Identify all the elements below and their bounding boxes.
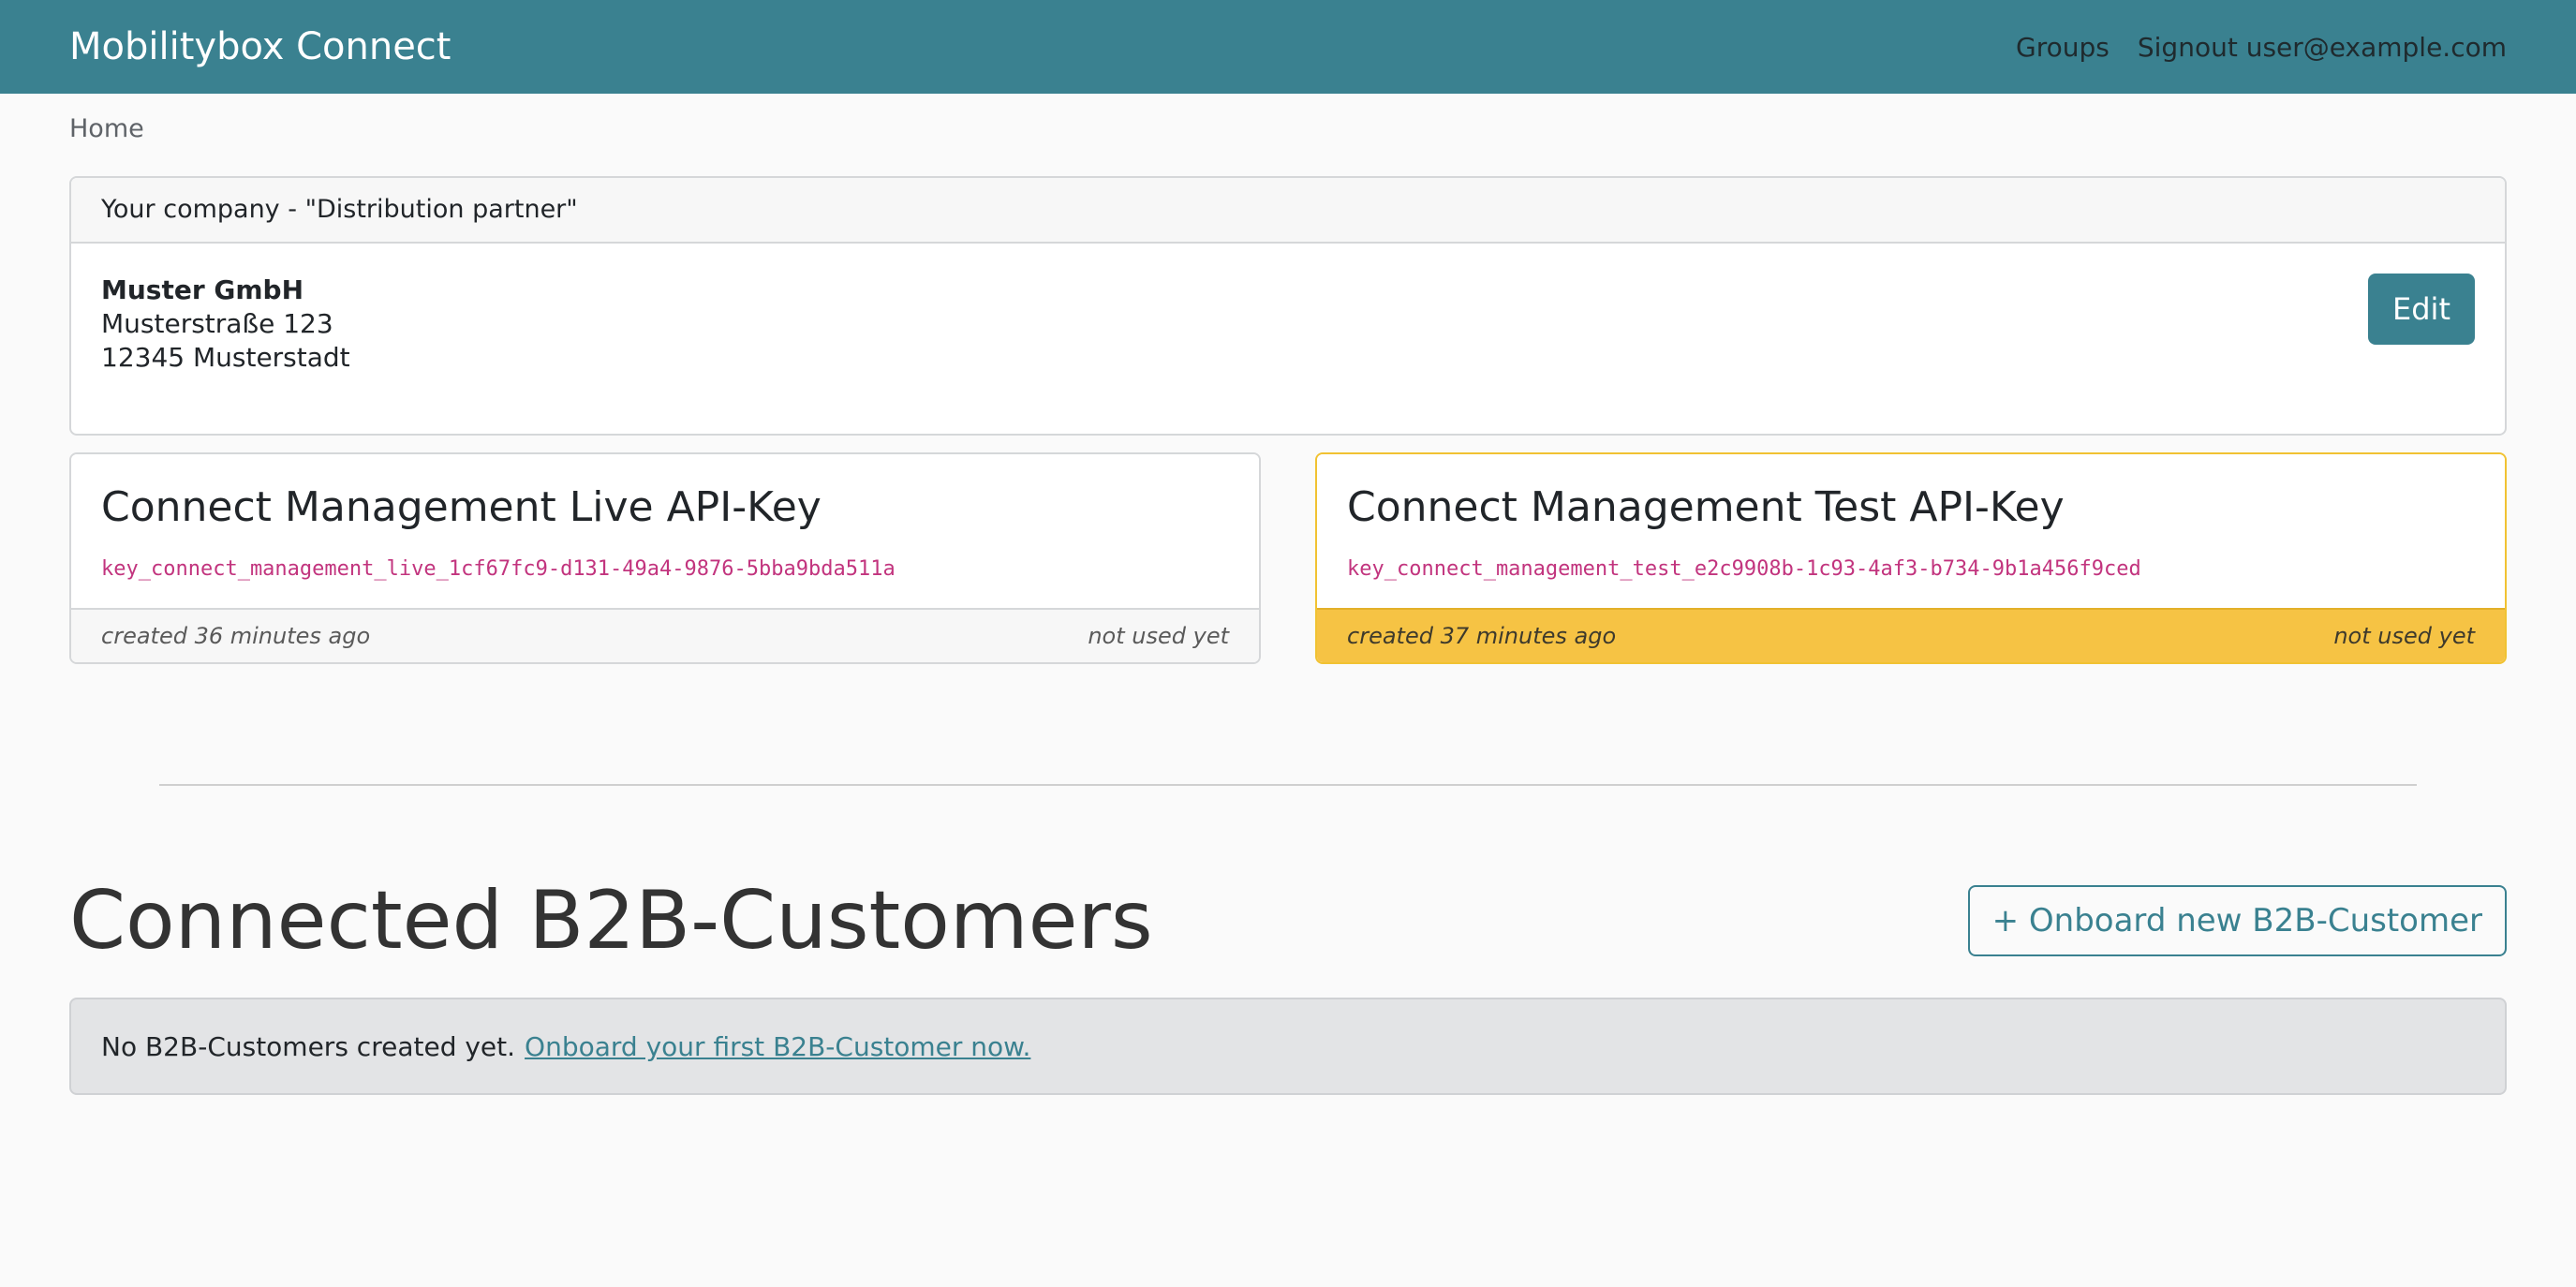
edit-company-button[interactable]: Edit <box>2368 274 2475 345</box>
customers-empty-state: No B2B-Customers created yet. Onboard yo… <box>69 998 2507 1095</box>
main-container: Home Your company - "Distribution partne… <box>0 94 2576 1095</box>
test-api-key-value[interactable]: key_connect_management_test_e2c9908b-1c9… <box>1347 557 2141 581</box>
customers-title: Connected B2B-Customers <box>69 874 1153 968</box>
empty-state-text: No B2B-Customers created yet. <box>101 1030 516 1062</box>
nav-link-groups[interactable]: Groups <box>2016 32 2110 63</box>
company-card: Your company - "Distribution partner" Mu… <box>69 176 2507 436</box>
company-card-header: Your company - "Distribution partner" <box>71 178 2505 244</box>
brand-link[interactable]: Mobilitybox Connect <box>69 25 451 68</box>
test-api-key-usage: not used yet <box>2333 623 2475 649</box>
onboard-first-customer-link[interactable]: Onboard your first B2B-Customer now. <box>525 1031 1030 1062</box>
live-api-key-value[interactable]: key_connect_management_live_1cf67fc9-d13… <box>101 557 896 581</box>
nav-link-signout[interactable]: Signout user@example.com <box>2138 32 2507 63</box>
section-divider <box>159 784 2417 786</box>
company-card-body: Muster GmbH Musterstraße 123 12345 Muste… <box>71 244 2505 405</box>
live-api-key-footer: created 36 minutes ago not used yet <box>71 608 1259 662</box>
test-api-key-card: Connect Management Test API-Key key_conn… <box>1315 452 2507 664</box>
live-api-key-card: Connect Management Live API-Key key_conn… <box>69 452 1261 664</box>
nav-links: Groups Signout user@example.com <box>2016 32 2507 63</box>
api-keys-row: Connect Management Live API-Key key_conn… <box>69 452 2507 664</box>
customers-section-header: Connected B2B-Customers + Onboard new B2… <box>69 880 2507 962</box>
onboard-customer-button[interactable]: + Onboard new B2B-Customer <box>1967 885 2507 956</box>
breadcrumb: Home <box>69 94 2507 155</box>
live-api-key-title: Connect Management Live API-Key <box>101 483 822 531</box>
test-api-key-created: created 37 minutes ago <box>1347 623 1617 649</box>
company-street: Musterstraße 123 <box>101 308 333 339</box>
company-city: 12345 Musterstadt <box>101 342 350 373</box>
company-name: Muster GmbH <box>101 274 304 305</box>
live-api-key-created: created 36 minutes ago <box>101 623 371 649</box>
test-api-key-title: Connect Management Test API-Key <box>1347 483 2065 531</box>
top-navbar: Mobilitybox Connect Groups Signout user@… <box>0 0 2576 94</box>
live-api-key-usage: not used yet <box>1088 623 1229 649</box>
breadcrumb-home: Home <box>69 114 144 143</box>
test-api-key-footer: created 37 minutes ago not used yet <box>1317 608 2505 662</box>
live-api-key-body: Connect Management Live API-Key key_conn… <box>71 454 1259 608</box>
test-api-key-body: Connect Management Test API-Key key_conn… <box>1317 454 2505 608</box>
